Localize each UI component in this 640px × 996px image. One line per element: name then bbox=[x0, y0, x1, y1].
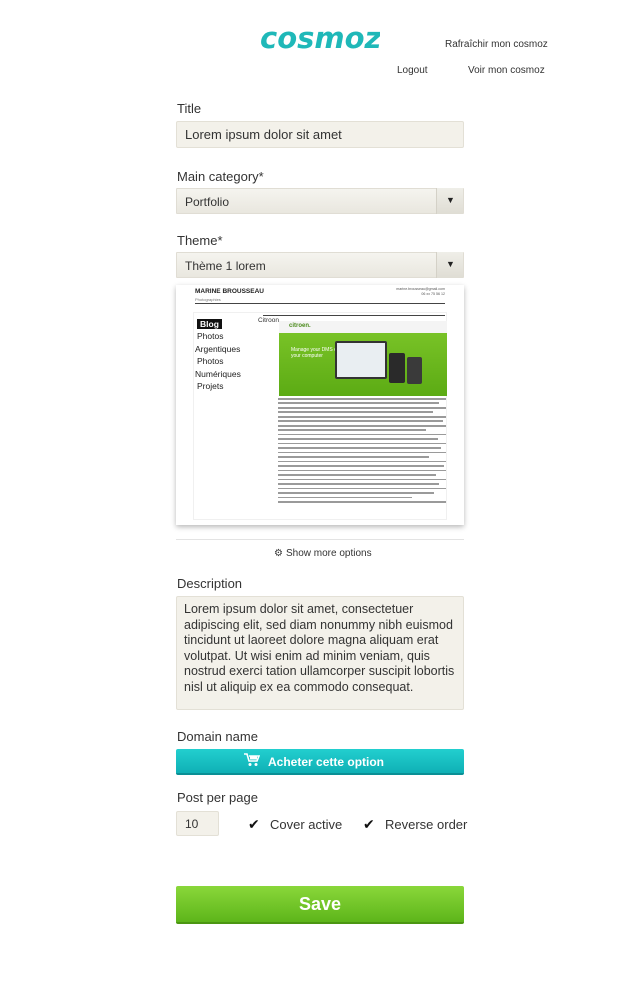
preview-text-line bbox=[278, 438, 438, 440]
title-label: Title bbox=[177, 101, 202, 116]
preview-nav-item: Projets bbox=[197, 381, 224, 392]
description-label: Description bbox=[177, 576, 243, 591]
preview-nav-item: Blog bbox=[195, 318, 241, 330]
checkmark-icon: ✔ bbox=[363, 816, 375, 832]
preview-body-text bbox=[278, 398, 446, 508]
buy-option-button[interactable]: Acheter cette option bbox=[176, 749, 464, 775]
title-input[interactable] bbox=[176, 121, 464, 148]
preview-image-brand: citroen. bbox=[289, 323, 311, 329]
preview-post-title: Citroon bbox=[258, 317, 279, 324]
preview-nav: Blog Photos Argentiques Photos Numérique… bbox=[195, 318, 241, 392]
preview-image-tagline: Manage your DMS on your computer bbox=[291, 347, 340, 359]
cover-active-label: Cover active bbox=[270, 817, 343, 832]
description-textarea[interactable]: Lorem ipsum dolor sit amet, consectetuer… bbox=[176, 596, 464, 710]
preview-site-subtitle: Photographies bbox=[195, 297, 221, 302]
theme-value: Thème 1 lorem bbox=[185, 259, 266, 273]
triangle-down-icon: ▼ bbox=[446, 195, 455, 205]
reverse-order-checkbox[interactable]: ✔ Reverse order bbox=[363, 816, 467, 833]
preview-nav-item: Photos bbox=[197, 331, 224, 342]
preview-text-line bbox=[278, 460, 446, 463]
view-site-link[interactable]: Voir mon cosmoz bbox=[468, 65, 545, 76]
show-more-options-link[interactable]: ⚙ Show more options bbox=[274, 548, 372, 559]
cosmoz-logo[interactable]: cosmoz bbox=[258, 18, 380, 58]
preview-text-line bbox=[278, 406, 446, 409]
theme-select[interactable]: Thème 1 lorem ▼ bbox=[176, 252, 464, 278]
preview-contact: marine.brousseau@gmail.com 06 xx 75 56 1… bbox=[396, 287, 445, 297]
buy-option-label: Acheter cette option bbox=[268, 755, 385, 769]
preview-text-line bbox=[278, 398, 446, 400]
phone-icon bbox=[389, 353, 405, 383]
preview-text-line bbox=[278, 501, 446, 503]
preview-contact-phone: 06 xx 75 56 12 bbox=[421, 292, 445, 296]
preview-text-line bbox=[278, 411, 433, 414]
theme-preview: MARINE BROUSSEAU Photographies marine.br… bbox=[176, 285, 464, 525]
checkmark-icon: ✔ bbox=[248, 816, 260, 832]
post-per-page-input[interactable] bbox=[176, 811, 219, 836]
theme-dropdown-button[interactable]: ▼ bbox=[436, 252, 463, 278]
refresh-link[interactable]: Rafraîchir mon cosmoz bbox=[445, 39, 548, 50]
preview-text-line bbox=[278, 415, 446, 418]
preview-nav-item: Numériques bbox=[195, 368, 241, 379]
save-button[interactable]: Save bbox=[176, 886, 464, 924]
preview-divider bbox=[263, 315, 445, 316]
preview-text-line bbox=[278, 478, 446, 481]
preview-text-line bbox=[278, 487, 446, 490]
preview-site-name: MARINE BROUSSEAU bbox=[195, 288, 264, 295]
preview-text-line bbox=[278, 465, 445, 467]
gear-icon: ⚙ bbox=[274, 548, 283, 559]
preview-text-line bbox=[278, 469, 446, 472]
preview-text-line bbox=[278, 483, 440, 485]
divider bbox=[176, 539, 464, 540]
phone-icon bbox=[407, 357, 422, 384]
preview-nav-item: Photos bbox=[197, 356, 224, 367]
domain-name-label: Domain name bbox=[177, 729, 258, 744]
preview-text-line bbox=[278, 433, 446, 436]
preview-text-line bbox=[278, 456, 430, 458]
preview-text-line bbox=[278, 492, 435, 494]
main-category-dropdown-button[interactable]: ▼ bbox=[436, 188, 463, 214]
main-category-value: Portfolio bbox=[185, 195, 230, 209]
main-category-label: Main category* bbox=[177, 169, 264, 184]
preview-text-line bbox=[278, 451, 446, 454]
post-per-page-label: Post per page bbox=[177, 790, 258, 805]
preview-post-image: citroen. Manage your DMS on your compute… bbox=[279, 321, 447, 396]
triangle-down-icon: ▼ bbox=[446, 259, 455, 269]
header: cosmoz Rafraîchir mon cosmoz Logout Voir… bbox=[0, 0, 640, 90]
monitor-icon bbox=[335, 341, 387, 379]
preview-text-line bbox=[278, 496, 413, 499]
preview-text-line bbox=[278, 402, 440, 405]
preview-nav-item: Argentiques bbox=[195, 343, 241, 354]
show-more-options-label: Show more options bbox=[285, 548, 372, 559]
main-category-select[interactable]: Portfolio ▼ bbox=[176, 188, 464, 214]
preview-text-line bbox=[278, 429, 426, 431]
preview-text-line bbox=[278, 447, 441, 449]
reverse-order-label: Reverse order bbox=[385, 817, 468, 832]
preview-text-line bbox=[278, 474, 436, 476]
preview-text-line bbox=[278, 424, 446, 427]
logout-link[interactable]: Logout bbox=[397, 65, 428, 76]
cart-icon bbox=[244, 753, 260, 766]
theme-label: Theme* bbox=[177, 233, 223, 248]
preview-text-line bbox=[278, 420, 443, 423]
preview-divider bbox=[195, 303, 445, 304]
preview-text-line bbox=[278, 442, 446, 445]
logo-text: cosmoz bbox=[260, 21, 380, 55]
cover-active-checkbox[interactable]: ✔ Cover active bbox=[248, 816, 342, 833]
